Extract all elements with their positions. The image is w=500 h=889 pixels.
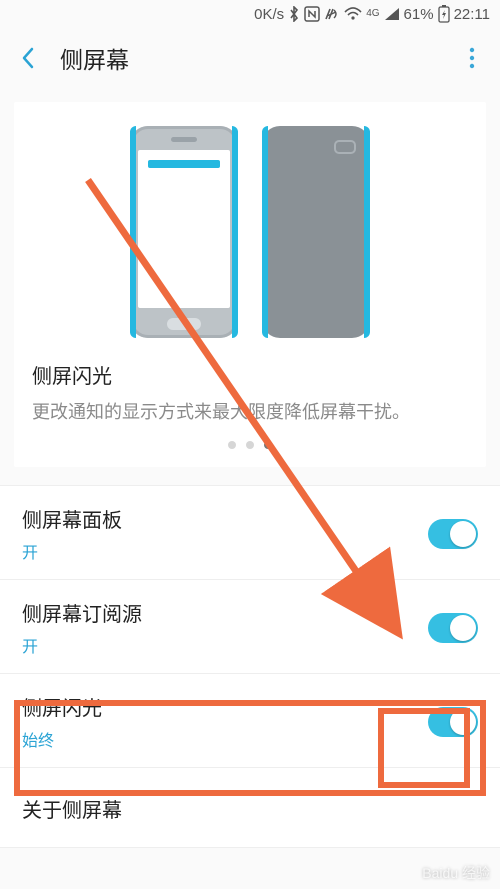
bluetooth-icon — [288, 6, 300, 22]
page-title: 侧屏幕 — [60, 41, 458, 75]
page-dot — [246, 441, 254, 449]
phone-front-illustration — [130, 126, 238, 338]
banner-feature-desc: 更改通知的显示方式来最大限度降低屏幕干扰。 — [32, 399, 468, 425]
settings-list: 侧屏幕面板 开 侧屏幕订阅源 开 侧屏闪光 始终 关于侧屏幕 — [0, 485, 500, 848]
row-label: 侧屏幕面板 — [22, 504, 428, 533]
row-edge-panels[interactable]: 侧屏幕面板 开 — [0, 486, 500, 580]
phone-back-illustration — [262, 126, 370, 338]
row-about-edge[interactable]: 关于侧屏幕 — [0, 768, 500, 848]
app-bar: 侧屏幕 — [0, 28, 500, 88]
status-net-speed: 0K/s — [254, 6, 284, 23]
toggle-edge-feeds[interactable] — [428, 613, 478, 643]
status-battery-pct: 61% — [404, 6, 434, 23]
page-dot — [228, 441, 236, 449]
signal-icon — [384, 7, 400, 21]
nfc-icon — [304, 6, 320, 22]
toggle-edge-panels[interactable] — [428, 519, 478, 549]
banner-feature-title: 侧屏闪光 — [32, 360, 468, 389]
page-dot-active — [264, 441, 272, 449]
row-label: 关于侧屏幕 — [22, 794, 478, 823]
row-label: 侧屏闪光 — [22, 692, 428, 721]
back-button[interactable] — [14, 44, 42, 72]
status-bar: 0K/s 4G 61% 22:11 — [0, 0, 500, 28]
row-sublabel: 始终 — [22, 727, 428, 751]
battery-charging-icon — [438, 5, 450, 23]
status-time: 22:11 — [454, 6, 490, 23]
row-edge-lighting[interactable]: 侧屏闪光 始终 — [0, 674, 500, 768]
feature-banner[interactable]: 侧屏闪光 更改通知的显示方式来最大限度降低屏幕干扰。 — [14, 102, 486, 467]
row-edge-feeds[interactable]: 侧屏幕订阅源 开 — [0, 580, 500, 674]
wifi-icon — [344, 7, 362, 21]
row-sublabel: 开 — [22, 539, 428, 563]
toggle-edge-lighting[interactable] — [428, 707, 478, 737]
overflow-menu-button[interactable] — [458, 44, 486, 72]
row-label: 侧屏幕订阅源 — [22, 598, 428, 627]
status-signal-label: 4G — [366, 9, 379, 19]
banner-illustration — [32, 126, 468, 338]
row-sublabel: 开 — [22, 633, 428, 657]
watermark: Baidu 经验 — [422, 863, 490, 883]
page-indicator — [32, 441, 468, 449]
vibrate-icon — [324, 6, 340, 22]
